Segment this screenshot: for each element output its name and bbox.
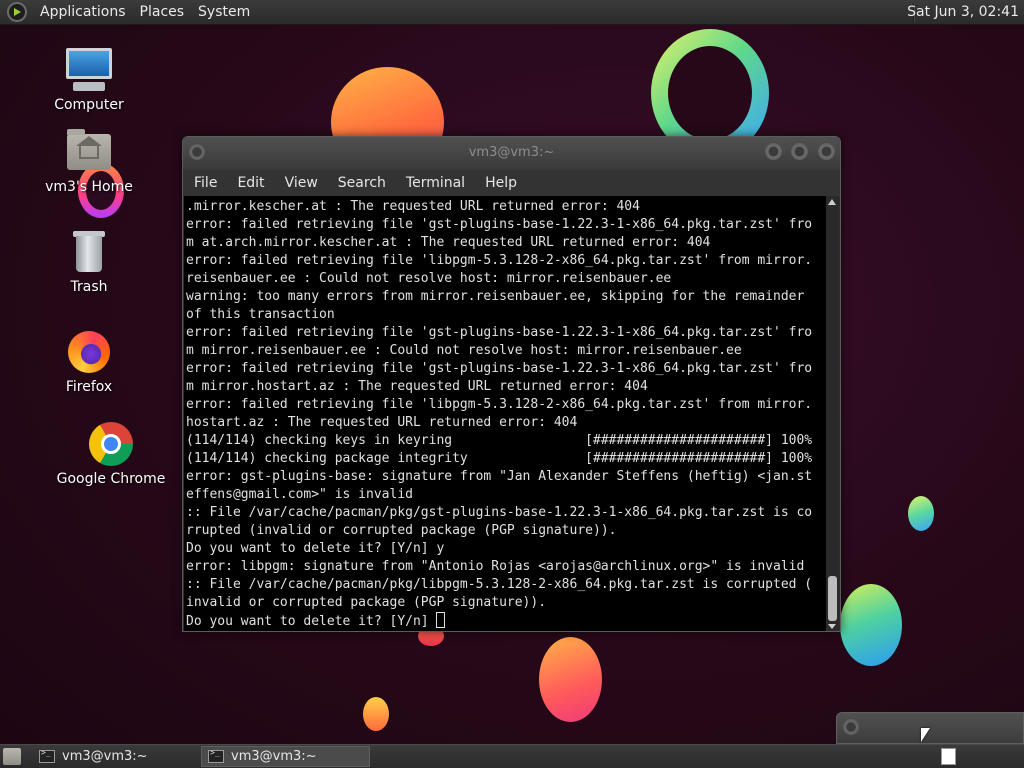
desktop-icon-home[interactable]: vm3's Home bbox=[34, 128, 144, 195]
wallpaper-small-green-blob bbox=[908, 496, 934, 531]
terminal-icon bbox=[208, 748, 224, 763]
terminal-icon bbox=[39, 748, 55, 763]
menu-file[interactable]: File bbox=[183, 175, 227, 191]
terminal-line: error: failed retrieving file 'libpgm-5.… bbox=[186, 397, 813, 412]
terminal-prompt-line[interactable]: Do you want to delete it? [Y/n] bbox=[186, 612, 826, 631]
home-folder-icon bbox=[65, 128, 113, 176]
scrollbar-thumb[interactable] bbox=[828, 576, 837, 621]
terminal-line: Do you want to delete it? [Y/n] y bbox=[186, 541, 445, 556]
desktop-icon-label: Google Chrome bbox=[56, 471, 166, 487]
terminal-line: warning: too many errors from mirror.rei… bbox=[186, 289, 805, 304]
minimize-button[interactable] bbox=[765, 143, 782, 160]
terminal-line: error: failed retrieving file 'gst-plugi… bbox=[186, 217, 813, 232]
window-menu-icon[interactable] bbox=[843, 719, 859, 735]
second-window-title-bar[interactable] bbox=[836, 712, 1024, 744]
terminal-line: error: failed retrieving file 'gst-plugi… bbox=[186, 361, 813, 376]
menu-search[interactable]: Search bbox=[328, 175, 396, 191]
menu-view[interactable]: View bbox=[275, 175, 328, 191]
terminal-line: hostart.az : The requested URL returned … bbox=[186, 415, 578, 430]
wallpaper-yellow-blob bbox=[363, 697, 389, 731]
scroll-up-arrow-icon[interactable] bbox=[828, 199, 836, 205]
terminal-line: of this transaction bbox=[186, 307, 335, 322]
desktop-icon-label: Firefox bbox=[65, 379, 113, 395]
terminal-line: error: libpgm: signature from "Antonio R… bbox=[186, 559, 805, 574]
terminal-line: (114/114) checking keys in keyring [####… bbox=[186, 433, 813, 448]
taskbar-item-terminal-2[interactable]: vm3@vm3:~ bbox=[201, 746, 370, 767]
window-title: vm3@vm3:~ bbox=[468, 145, 555, 160]
terminal-output[interactable]: .mirror.kescher.at : The requested URL r… bbox=[184, 196, 826, 631]
applications-menu[interactable]: Applications bbox=[33, 4, 133, 20]
terminal-line: invalid or corrupted package (PGP signat… bbox=[186, 595, 547, 610]
taskbar-item-label: vm3@vm3:~ bbox=[62, 749, 148, 764]
terminal-prompt: Do you want to delete it? [Y/n] bbox=[186, 614, 437, 629]
terminal-line: .mirror.kescher.at : The requested URL r… bbox=[186, 199, 640, 214]
bottom-panel: vm3@vm3:~ vm3@vm3:~ bbox=[0, 744, 1024, 768]
system-menu[interactable]: System bbox=[191, 4, 257, 20]
menu-terminal[interactable]: Terminal bbox=[396, 175, 475, 191]
menu-help[interactable]: Help bbox=[475, 175, 527, 191]
mouse-pointer-icon bbox=[921, 728, 930, 742]
distro-logo-icon[interactable] bbox=[7, 2, 27, 22]
chrome-icon bbox=[87, 420, 135, 468]
desktop-icon-chrome[interactable]: Google Chrome bbox=[56, 420, 166, 487]
desktop-icon-computer[interactable]: Computer bbox=[34, 46, 144, 113]
terminal-line: m mirror.hostart.az : The requested URL … bbox=[186, 379, 648, 394]
terminal-scrollbar[interactable] bbox=[826, 196, 839, 631]
desktop-icon-label: vm3's Home bbox=[45, 179, 133, 195]
workspace-switcher[interactable] bbox=[941, 748, 956, 765]
desktop-icon-label: Computer bbox=[54, 97, 124, 113]
terminal-menu-bar: File Edit View Search Terminal Help bbox=[183, 170, 840, 196]
terminal-line: (114/114) checking package integrity [##… bbox=[186, 451, 813, 466]
places-menu[interactable]: Places bbox=[133, 4, 192, 20]
terminal-line: :: File /var/cache/pacman/pkg/libpgm-5.3… bbox=[186, 577, 813, 592]
window-title-bar[interactable]: vm3@vm3:~ bbox=[183, 137, 840, 170]
menu-edit[interactable]: Edit bbox=[227, 175, 274, 191]
terminal-window[interactable]: vm3@vm3:~ File Edit View Search Terminal… bbox=[182, 136, 841, 632]
terminal-line: error: failed retrieving file 'libpgm-5.… bbox=[186, 253, 813, 268]
terminal-line: effens@gmail.com>" is invalid bbox=[186, 487, 413, 502]
desktop-icon-trash[interactable]: Trash bbox=[34, 228, 144, 295]
computer-icon bbox=[65, 46, 113, 94]
taskbar-item-terminal-1[interactable]: vm3@vm3:~ bbox=[33, 746, 197, 767]
clock[interactable]: Sat Jun 3, 02:41 bbox=[907, 4, 1019, 20]
wallpaper-orange-blob-bottom bbox=[539, 637, 602, 722]
terminal-line: reisenbauer.ee : Could not resolve host:… bbox=[186, 271, 672, 286]
desktop-icon-firefox[interactable]: Firefox bbox=[34, 328, 144, 395]
firefox-icon bbox=[65, 328, 113, 376]
top-panel: Applications Places System Sat Jun 3, 02… bbox=[0, 0, 1024, 25]
terminal-cursor bbox=[436, 612, 446, 628]
scroll-down-arrow-icon[interactable] bbox=[828, 624, 836, 629]
maximize-button[interactable] bbox=[791, 143, 808, 160]
terminal-line: error: failed retrieving file 'gst-plugi… bbox=[186, 325, 813, 340]
terminal-line: m at.arch.mirror.kescher.at : The reques… bbox=[186, 235, 711, 250]
desktop-icon-label: Trash bbox=[70, 279, 108, 295]
terminal-line: :: File /var/cache/pacman/pkg/gst-plugin… bbox=[186, 505, 813, 520]
terminal-line: rrupted (invalid or corrupted package (P… bbox=[186, 523, 617, 538]
close-button[interactable] bbox=[818, 143, 835, 160]
terminal-line: error: gst-plugins-base: signature from … bbox=[186, 469, 813, 484]
taskbar-item-label: vm3@vm3:~ bbox=[231, 749, 317, 764]
terminal-line: m mirror.reisenbauer.ee : Could not reso… bbox=[186, 343, 742, 358]
trash-icon bbox=[65, 228, 113, 276]
wallpaper-green-blob bbox=[840, 584, 902, 666]
show-desktop-icon[interactable] bbox=[3, 748, 21, 765]
